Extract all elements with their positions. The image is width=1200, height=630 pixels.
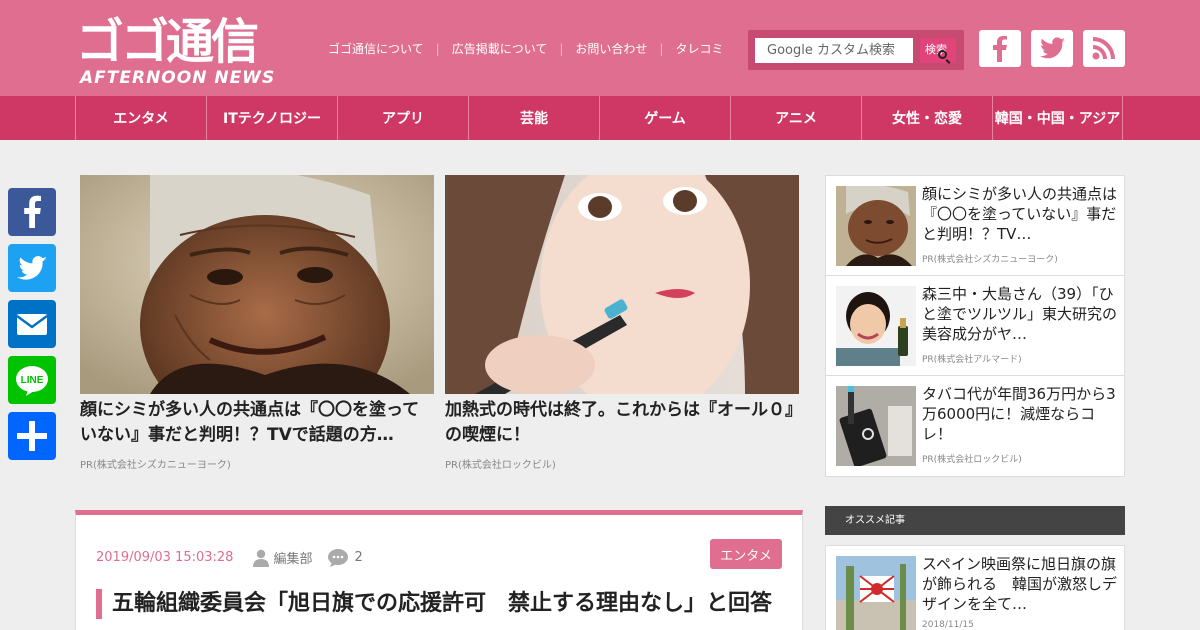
search-input[interactable] — [755, 38, 913, 63]
rss-icon — [1092, 37, 1115, 60]
plus-icon — [17, 421, 47, 451]
sidebar-item-sponsor: PR(株式会社ロックビル) — [922, 455, 1022, 465]
woman-vape-photo — [445, 175, 799, 394]
recommend-heading: オススメ記事 — [825, 506, 1125, 535]
article-comments[interactable]: 2 — [328, 548, 363, 567]
sidebar-item-title: 顔にシミが多い人の共通点は『〇〇を塗っていない』事だと判明！？TV… — [922, 185, 1118, 243]
rss-button[interactable] — [1083, 30, 1125, 67]
svg-text:LINE: LINE — [21, 375, 44, 386]
link-about[interactable]: ゴゴ通信について — [316, 40, 436, 57]
facebook-icon — [24, 195, 41, 228]
search-button[interactable]: 検索 — [920, 38, 956, 63]
article-card: 2019/09/03 15:03:28 編集部 2 エンタメ 五輪組織委員会「旭… — [75, 510, 803, 630]
share-twitter-button[interactable] — [8, 244, 56, 292]
sidebar-ads: 顔にシミが多い人の共通点は『〇〇を塗っていない』事だと判明！？TV… PR(株式… — [825, 175, 1125, 477]
sidebar-thumbnail — [836, 186, 916, 266]
sidebar-ad-item[interactable]: 森三中・大島さん（39）「ひと塗でツルツル」東大研究の美容成分がヤ… PR(株式… — [826, 276, 1124, 376]
twitter-button[interactable] — [1031, 30, 1073, 67]
mail-icon — [16, 314, 48, 335]
comment-icon — [328, 548, 349, 567]
recommend-date: 2018/11/15 — [922, 620, 974, 630]
link-advertise[interactable]: 広告掲載について — [440, 40, 560, 57]
sidebar-item-title: 森三中・大島さん（39）「ひと塗でツルツル」東大研究の美容成分がヤ… — [922, 285, 1118, 343]
sidebar-thumbnail — [836, 286, 916, 366]
feature-title[interactable]: 顔にシミが多い人の共通点は『〇〇を塗っていない』事だと判明！？TVで話題の方… — [80, 398, 434, 448]
link-tip[interactable]: タレコミ — [663, 40, 735, 57]
sidebar-item-sponsor: PR(株式会社シズカニューヨーク) — [922, 255, 1058, 265]
nav-item-it[interactable]: ITテクノロジー — [206, 96, 337, 140]
site-logo[interactable]: ゴゴ通信 AFTERNOON NEWS — [76, 14, 308, 88]
site-header: ゴゴ通信 AFTERNOON NEWS ゴゴ通信について | 広告掲載について … — [0, 0, 1200, 96]
nav-item-anime[interactable]: アニメ — [730, 96, 861, 140]
feature-card[interactable]: 加熱式の時代は終了。これからは『オール０』の喫煙に！ PR(株式会社ロックビル) — [445, 175, 799, 471]
article-category-badge[interactable]: エンタメ — [710, 539, 782, 569]
recommend-thumbnail — [836, 556, 916, 630]
feature-sponsor: PR(株式会社ロックビル) — [445, 460, 556, 471]
article-author[interactable]: 編集部 — [253, 548, 312, 567]
sidebar-ad-item[interactable]: タバコ代が年間36万円から3万6000円に！減煙ならコレ！ PR(株式会社ロック… — [826, 376, 1124, 476]
category-nav: エンタメ ITテクノロジー アプリ 芸能 ゲーム アニメ 女性・恋愛 韓国・中国… — [0, 96, 1200, 140]
nav-item-apps[interactable]: アプリ — [337, 96, 468, 140]
logo-sub-text: AFTERNOON NEWS — [80, 68, 276, 88]
article-meta: 2019/09/03 15:03:28 編集部 2 — [96, 548, 379, 567]
share-email-button[interactable] — [8, 300, 56, 348]
sidebar-item-sponsor: PR(株式会社アルマード) — [922, 355, 1022, 365]
user-icon — [253, 549, 270, 567]
nav-item-asia[interactable]: 韓国・中国・アジア — [992, 96, 1123, 140]
feature-card[interactable]: 顔にシミが多い人の共通点は『〇〇を塗っていない』事だと判明！？TVで話題の方… … — [80, 175, 434, 471]
article-title: 五輪組織委員会「旭日旗での応援許可 禁止する理由なし」と回答 — [96, 589, 776, 619]
article-comment-count: 2 — [354, 550, 363, 565]
sidebar-item-title: タバコ代が年間36万円から3万6000円に！減煙ならコレ！ — [922, 385, 1116, 443]
feature-sponsor: PR(株式会社シズカニューヨーク) — [80, 460, 231, 471]
feature-image-woman-vape[interactable] — [445, 175, 799, 394]
nav-item-women[interactable]: 女性・恋愛 — [861, 96, 992, 140]
nav-item-entertainment[interactable]: エンタメ — [75, 96, 206, 140]
search-box: 検索 — [748, 30, 964, 70]
line-icon: LINE — [16, 366, 48, 396]
share-more-button[interactable] — [8, 412, 56, 460]
sidebar-ad-item[interactable]: 顔にシミが多い人の共通点は『〇〇を塗っていない』事だと判明！？TV… PR(株式… — [826, 176, 1124, 276]
article-date: 2019/09/03 15:03:28 — [96, 550, 234, 565]
magnifier-icon — [938, 50, 947, 59]
top-links: ゴゴ通信について | 広告掲載について | お問い合わせ | タレコミ — [316, 40, 735, 57]
logo-main-text: ゴゴ通信 — [76, 14, 259, 70]
feature-title[interactable]: 加熱式の時代は終了。これからは『オール０』の喫煙に！ — [445, 398, 799, 448]
nav-item-celebrity[interactable]: 芸能 — [468, 96, 599, 140]
share-line-button[interactable]: LINE — [8, 356, 56, 404]
twitter-icon — [17, 256, 47, 280]
article-author-name: 編集部 — [273, 552, 313, 567]
facebook-button[interactable] — [979, 30, 1021, 67]
sidebar-thumbnail — [836, 386, 916, 466]
recommend-item[interactable]: スペイン映画祭に旭日旗の旗が飾られる 韓国が激怒しデザインを全て… 2018/1… — [825, 545, 1125, 630]
recommend-title: スペイン映画祭に旭日旗の旗が飾られる 韓国が激怒しデザインを全て… — [922, 555, 1118, 613]
share-facebook-button[interactable] — [8, 188, 56, 236]
elderly-woman-photo — [80, 175, 434, 394]
twitter-icon — [1040, 37, 1065, 59]
link-contact[interactable]: お問い合わせ — [563, 40, 659, 57]
facebook-icon — [993, 36, 1007, 62]
feature-image-elderly-woman[interactable] — [80, 175, 434, 394]
nav-item-games[interactable]: ゲーム — [599, 96, 730, 140]
